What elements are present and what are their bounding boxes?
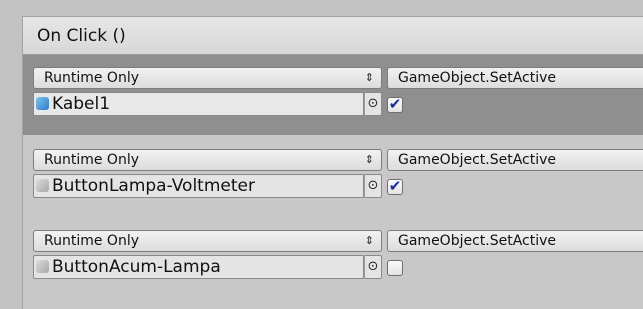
dropdown-arrows-icon: ⇕ xyxy=(364,71,374,84)
dropdown-arrows-icon: ⇕ xyxy=(364,153,374,166)
event-list: Runtime Only ⇕ GameObject.SetActive Kabe… xyxy=(23,55,643,309)
event-entry-2[interactable]: Runtime Only ⇕ GameObject.SetActive Butt… xyxy=(23,218,643,298)
object-picker-icon[interactable]: ⊙ xyxy=(364,255,382,279)
runtime-dropdown[interactable]: Runtime Only ⇕ xyxy=(33,230,382,252)
event-title: On Click () xyxy=(37,26,126,46)
argument-checkbox[interactable]: ✔ xyxy=(387,97,403,113)
target-object-name: ButtonLampa-Voltmeter xyxy=(52,176,255,196)
argument-checkbox[interactable]: ✔ xyxy=(387,179,403,195)
function-dropdown[interactable]: GameObject.SetActive xyxy=(387,230,643,252)
runtime-label: Runtime Only xyxy=(44,152,139,168)
function-label: GameObject.SetActive xyxy=(398,70,557,86)
event-entry-0[interactable]: Runtime Only ⇕ GameObject.SetActive Kabe… xyxy=(23,55,643,135)
event-entry-1[interactable]: Runtime Only ⇕ GameObject.SetActive Butt… xyxy=(23,137,643,217)
runtime-label: Runtime Only xyxy=(44,70,139,86)
runtime-dropdown[interactable]: Runtime Only ⇕ xyxy=(33,149,382,171)
runtime-dropdown[interactable]: Runtime Only ⇕ xyxy=(33,67,382,89)
object-picker-icon[interactable]: ⊙ xyxy=(364,174,382,198)
object-picker-icon[interactable]: ⊙ xyxy=(364,92,382,116)
argument-checkbox[interactable] xyxy=(387,260,403,276)
event-header: On Click () xyxy=(23,17,643,55)
target-object-name: ButtonAcum-Lampa xyxy=(52,257,221,277)
function-dropdown[interactable]: GameObject.SetActive xyxy=(387,149,643,171)
gameobject-cube-icon xyxy=(36,260,49,273)
runtime-label: Runtime Only xyxy=(44,233,139,249)
target-object-name: Kabel1 xyxy=(52,94,111,114)
function-label: GameObject.SetActive xyxy=(398,233,557,249)
target-object-field[interactable]: Kabel1 xyxy=(33,92,364,116)
target-object-field[interactable]: ButtonLampa-Voltmeter xyxy=(33,174,364,198)
function-label: GameObject.SetActive xyxy=(398,152,557,168)
dropdown-arrows-icon: ⇕ xyxy=(364,234,374,247)
target-object-field[interactable]: ButtonAcum-Lampa xyxy=(33,255,364,279)
function-dropdown[interactable]: GameObject.SetActive xyxy=(387,67,643,89)
gameobject-cube-icon xyxy=(36,97,49,110)
on-click-event-panel: On Click () Runtime Only ⇕ GameObject.Se… xyxy=(22,16,643,309)
gameobject-cube-icon xyxy=(36,179,49,192)
